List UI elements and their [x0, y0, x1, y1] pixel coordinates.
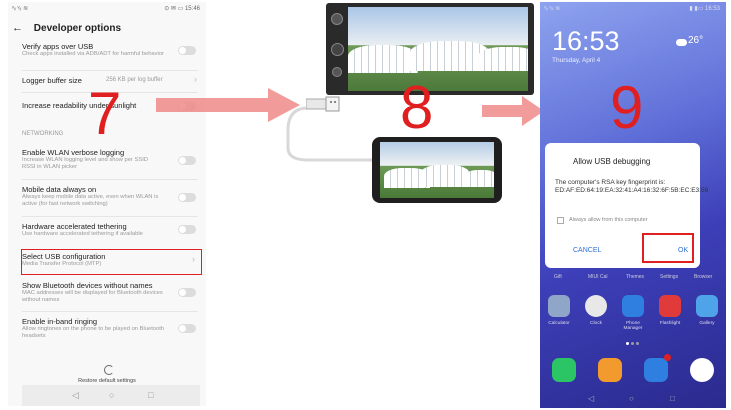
status-bar-clock: ⊙ ✉ ▭ 15:46: [164, 6, 200, 12]
usb-cable: [286, 106, 374, 162]
setting-row-verify-apps[interactable]: Verify apps over USB Check apps installe…: [22, 42, 198, 58]
cloud-icon: [676, 39, 687, 46]
setting-row-tethering[interactable]: Hardware accelerated tethering Use hardw…: [22, 222, 198, 238]
developer-options-screen: ᵛᵢₗ ᵛᵢₗ ≋ ⊙ ✉ ▭ 15:46 ← Developer option…: [8, 2, 206, 406]
faded-app-label: Browser: [694, 274, 713, 280]
always-allow-label: Always allow from this computer: [569, 217, 648, 223]
knob-icon: [332, 67, 342, 77]
always-allow-checkbox[interactable]: [557, 217, 564, 224]
setting-subtitle: Use hardware accelerated tethering if av…: [22, 231, 143, 237]
status-bar-signal: ᵛᵢₗ ᵛᵢₗ ≋: [544, 6, 561, 12]
greenhouse-image: [478, 47, 528, 71]
page-header: ← Developer options: [12, 22, 121, 34]
divider: [22, 311, 198, 312]
nav-back-icon[interactable]: ◁: [588, 394, 594, 403]
weather-temp: 26°: [688, 35, 704, 46]
faded-app-label: Themes: [626, 274, 645, 280]
app-label: Phone Manager: [623, 321, 643, 331]
setting-subtitle: Check apps installed via ADB/ADT for har…: [22, 51, 164, 57]
setting-row-inband-ringing[interactable]: Enable in-band ringing Allow ringtones o…: [22, 317, 198, 340]
notification-badge: [664, 354, 671, 361]
nav-recents-icon[interactable]: □: [670, 394, 675, 403]
phone-screen: [380, 142, 494, 198]
greenhouse-image: [464, 170, 494, 187]
step-number-7: 7: [88, 80, 122, 147]
page-indicator: [626, 342, 640, 345]
lock-screen: ᵛᵢₗ ᵛᵢₗ ≋ ▮ ▮▭ 16:53 16:53 Thursday, Apr…: [540, 2, 726, 408]
step-number-9: 9: [610, 74, 644, 141]
tethering-toggle[interactable]: [178, 225, 196, 234]
divider: [22, 216, 198, 217]
dialog-body: The computer's RSA key fingerprint is: E…: [555, 179, 709, 194]
head-unit-screen: [348, 7, 528, 91]
app-label: Calculator: [548, 321, 570, 326]
step-number-8: 8: [400, 74, 434, 141]
restore-icon[interactable]: [104, 365, 114, 375]
page-title: Developer options: [33, 23, 122, 34]
faded-app-label: MIUI Cal: [588, 274, 608, 280]
divider: [22, 70, 198, 71]
inband-ringing-toggle[interactable]: [178, 324, 196, 333]
setting-title: Show Bluetooth devices without names: [22, 281, 153, 290]
app-label: Clock: [590, 321, 602, 326]
setting-row-wlan-verbose[interactable]: Enable WLAN verbose logging Increase WLA…: [22, 148, 198, 171]
phone-icon[interactable]: [552, 358, 576, 382]
knob-icon: [331, 43, 344, 56]
shield-icon[interactable]: [622, 295, 644, 317]
setting-subtitle: Increase WLAN logging level and show per…: [22, 157, 148, 170]
lock-date: Thursday, April 4: [552, 57, 601, 64]
highlight-box-ok: [642, 233, 694, 263]
calculator-icon[interactable]: [548, 295, 570, 317]
chevron-right-icon: ›: [194, 74, 197, 84]
greenhouse-image: [420, 165, 470, 187]
verify-apps-toggle[interactable]: [178, 46, 196, 55]
setting-subtitle: Always keep mobile data active, even whe…: [22, 194, 159, 207]
nav-back-icon[interactable]: ◁: [72, 391, 79, 400]
status-bar-signal: ᵛᵢₗ ᵛᵢₗ ≋: [12, 6, 29, 12]
lock-clock: 16:53: [552, 26, 620, 56]
navigation-bar: ◁ ○ □: [22, 385, 200, 406]
setting-subtitle: Allow ringtones on the phone to be playe…: [22, 326, 165, 339]
wlan-verbose-toggle[interactable]: [178, 156, 196, 165]
app-label: Gallery: [699, 321, 715, 326]
setting-title: Mobile data always on: [22, 185, 97, 194]
messages-icon[interactable]: [644, 358, 668, 382]
nav-recents-icon[interactable]: □: [148, 391, 153, 400]
gallery-icon[interactable]: [696, 295, 718, 317]
nav-home-icon[interactable]: ○: [629, 394, 634, 403]
setting-title: Hardware accelerated tethering: [22, 222, 127, 231]
status-bar-clock: ▮ ▮▭ 16:53: [689, 6, 720, 12]
faded-app-label: Settings: [660, 274, 679, 280]
bluetooth-names-toggle[interactable]: [178, 288, 196, 297]
section-header-networking: NETWORKING: [22, 131, 64, 137]
knob-icon: [331, 13, 343, 25]
restore-default-button[interactable]: Restore default settings: [8, 378, 206, 384]
highlight-box-usb-configuration: [21, 249, 202, 275]
cancel-button[interactable]: CANCEL: [573, 247, 601, 254]
contacts-icon[interactable]: [598, 358, 622, 382]
setting-row-mobile-data[interactable]: Mobile data always on Always keep mobile…: [22, 185, 198, 208]
usb-plug-icon: [306, 96, 340, 112]
camera-icon[interactable]: [690, 358, 714, 382]
setting-title: Enable in-band ringing: [22, 317, 98, 326]
arrow-right-icon: [482, 96, 544, 126]
dialog-title: Allow USB debugging: [573, 157, 651, 166]
mobile-data-toggle[interactable]: [178, 193, 196, 202]
clock-icon[interactable]: [585, 295, 607, 317]
greenhouse-image: [348, 45, 418, 73]
nav-home-icon[interactable]: ○: [109, 391, 114, 400]
mirrored-phone: [372, 137, 502, 203]
faded-app-label: Gift: [554, 274, 562, 280]
setting-title: Enable WLAN verbose logging: [22, 148, 125, 157]
back-arrow-icon[interactable]: ←: [12, 22, 23, 34]
flashlight-icon[interactable]: [659, 295, 681, 317]
app-label: Flashlight: [659, 321, 681, 326]
divider: [22, 179, 198, 180]
setting-title: Verify apps over USB: [22, 42, 94, 51]
setting-row-bluetooth-names[interactable]: Show Bluetooth devices without names MAC…: [22, 281, 198, 304]
setting-subtitle: MAC addresses will be displayed for Blue…: [22, 290, 163, 303]
